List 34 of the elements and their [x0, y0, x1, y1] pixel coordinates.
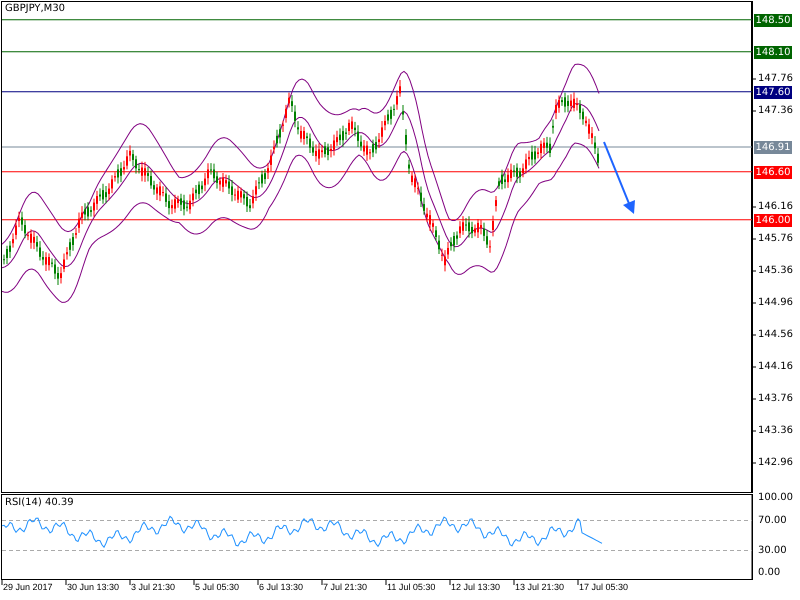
time-label: 13 Jul 21:30 [514, 582, 566, 592]
time-label: 12 Jul 13:30 [450, 582, 502, 592]
time-label: 7 Jul 21:30 [322, 582, 368, 592]
price-badge: 148.10 [754, 46, 792, 59]
rsi-label: RSI(14) 40.39 [5, 497, 74, 508]
time-label: 30 Jun 13:30 [66, 582, 120, 592]
price-badge: 147.60 [754, 86, 792, 99]
time-label: 6 Jul 13:30 [258, 582, 304, 592]
time-label: 5 Jul 05:30 [194, 582, 240, 592]
trend-arrow-icon [603, 142, 635, 214]
symbol-label: GBPJPY,M30 [5, 3, 66, 14]
price-tick-label: 144.56 [758, 329, 793, 341]
rsi-tick-label: 100.00 [758, 492, 793, 504]
time-label: 29 Jun 2017 [2, 582, 54, 592]
time-label: 17 Jul 05:30 [578, 582, 630, 592]
rsi-tick-label: 30.00 [758, 544, 787, 556]
price-tick-label: 142.96 [758, 457, 793, 469]
price-tick-label: 147.76 [758, 73, 793, 85]
price-tick-label: 143.36 [758, 425, 793, 437]
price-tick-label: 147.36 [758, 105, 793, 117]
price-badge: 146.60 [754, 166, 792, 179]
price-badge: 146.00 [754, 214, 792, 227]
price-tick-label: 144.16 [758, 361, 793, 373]
price-tick-label: 145.36 [758, 265, 793, 277]
time-label: 11 Jul 05:30 [386, 582, 436, 592]
rsi-tick-label: 70.00 [758, 514, 787, 526]
price-badge: 146.91 [754, 141, 792, 154]
price-tick-label: 144.96 [758, 297, 793, 309]
price-tick-label: 146.16 [758, 201, 793, 213]
time-label: 3 Jul 21:30 [130, 582, 176, 592]
rsi-tick-label: 0.00 [758, 567, 780, 579]
price-tick-label: 143.76 [758, 393, 793, 405]
price-tick-label: 145.76 [758, 233, 793, 245]
price-badge: 148.50 [754, 14, 792, 27]
